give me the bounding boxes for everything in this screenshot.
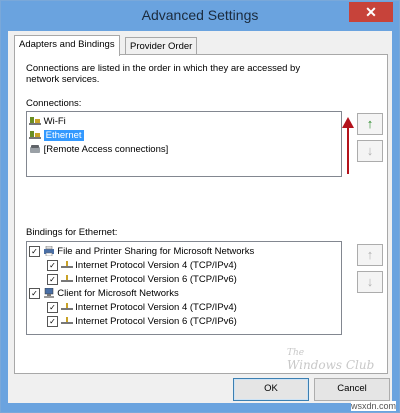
arrow-up-icon: ↑: [366, 247, 374, 262]
bindings-tree[interactable]: ✓ File and Printer Sharing for Microsoft…: [26, 241, 342, 335]
protocol-icon: [60, 261, 73, 269]
connection-move-down-button[interactable]: ↓: [357, 140, 383, 162]
binding-item-ipv4[interactable]: ✓ Internet Protocol Version 4 (TCP/IPv4): [47, 301, 237, 315]
window-title: Advanced Settings: [141, 7, 259, 23]
arrow-down-icon: ↓: [366, 143, 374, 158]
network-client-icon: [43, 288, 54, 299]
connection-item-ethernet[interactable]: Ethernet: [29, 129, 84, 143]
protocol-icon: [60, 317, 73, 325]
protocol-icon: [60, 275, 73, 283]
description-text: Connections are listed in the order in w…: [26, 63, 301, 85]
binding-item-file-printer-sharing[interactable]: ✓ File and Printer Sharing for Microsoft…: [29, 245, 254, 259]
binding-move-down-button[interactable]: ↓: [357, 271, 383, 293]
title-bar[interactable]: Advanced Settings ✕: [1, 1, 399, 31]
bindings-label: Bindings for Ethernet:: [26, 227, 118, 238]
printer-sharing-icon: [43, 246, 54, 257]
advanced-settings-window: Advanced Settings ✕ Adapters and Binding…: [0, 0, 400, 413]
connection-item-ethernet-label: Ethernet: [43, 130, 84, 141]
binding-checkbox[interactable]: ✓: [47, 273, 58, 285]
network-adapter-icon: [29, 117, 41, 126]
connections-label: Connections:: [26, 98, 82, 109]
arrow-up-icon: ↑: [366, 116, 374, 131]
binding-checkbox[interactable]: ✓: [29, 245, 40, 257]
close-button[interactable]: ✕: [349, 2, 393, 22]
site-watermark: wsxdn.com: [351, 401, 397, 411]
connections-list[interactable]: Wi-Fi Ethernet [Remote Access connection…: [26, 111, 342, 177]
binding-checkbox[interactable]: ✓: [47, 315, 58, 327]
protocol-icon: [60, 303, 73, 311]
arrow-down-icon: ↓: [366, 274, 374, 289]
close-icon: ✕: [365, 4, 377, 20]
connection-item-remote-access[interactable]: [Remote Access connections]: [29, 143, 168, 157]
binding-move-up-button[interactable]: ↑: [357, 244, 383, 266]
ok-button[interactable]: OK: [233, 378, 309, 401]
binding-item-client-for-microsoft-networks[interactable]: ✓ Client for Microsoft Networks: [29, 287, 179, 301]
red-arrow-annotation-icon: [342, 117, 354, 174]
watermark-line2: Windows Club: [287, 358, 375, 372]
binding-item-ipv6[interactable]: ✓ Internet Protocol Version 6 (TCP/IPv6): [47, 315, 237, 329]
connection-item-wifi[interactable]: Wi-Fi: [29, 115, 66, 129]
binding-item-ipv6[interactable]: ✓ Internet Protocol Version 6 (TCP/IPv6): [47, 273, 237, 287]
binding-checkbox[interactable]: ✓: [29, 287, 40, 299]
binding-checkbox[interactable]: ✓: [47, 301, 58, 313]
watermark-line1: The: [287, 348, 305, 358]
phone-modem-icon: [30, 145, 40, 154]
binding-item-ipv4[interactable]: ✓ Internet Protocol Version 4 (TCP/IPv4): [47, 259, 237, 273]
cancel-button[interactable]: Cancel: [314, 378, 390, 401]
network-adapter-icon: [29, 131, 41, 140]
dialog-client-area: Adapters and Bindings Provider Order Con…: [8, 31, 392, 403]
tab-panel: Connections are listed in the order in w…: [14, 54, 388, 374]
connection-move-up-button[interactable]: ↑: [357, 113, 383, 135]
binding-checkbox[interactable]: ✓: [47, 259, 58, 271]
tab-adapters-and-bindings[interactable]: Adapters and Bindings: [14, 35, 120, 56]
